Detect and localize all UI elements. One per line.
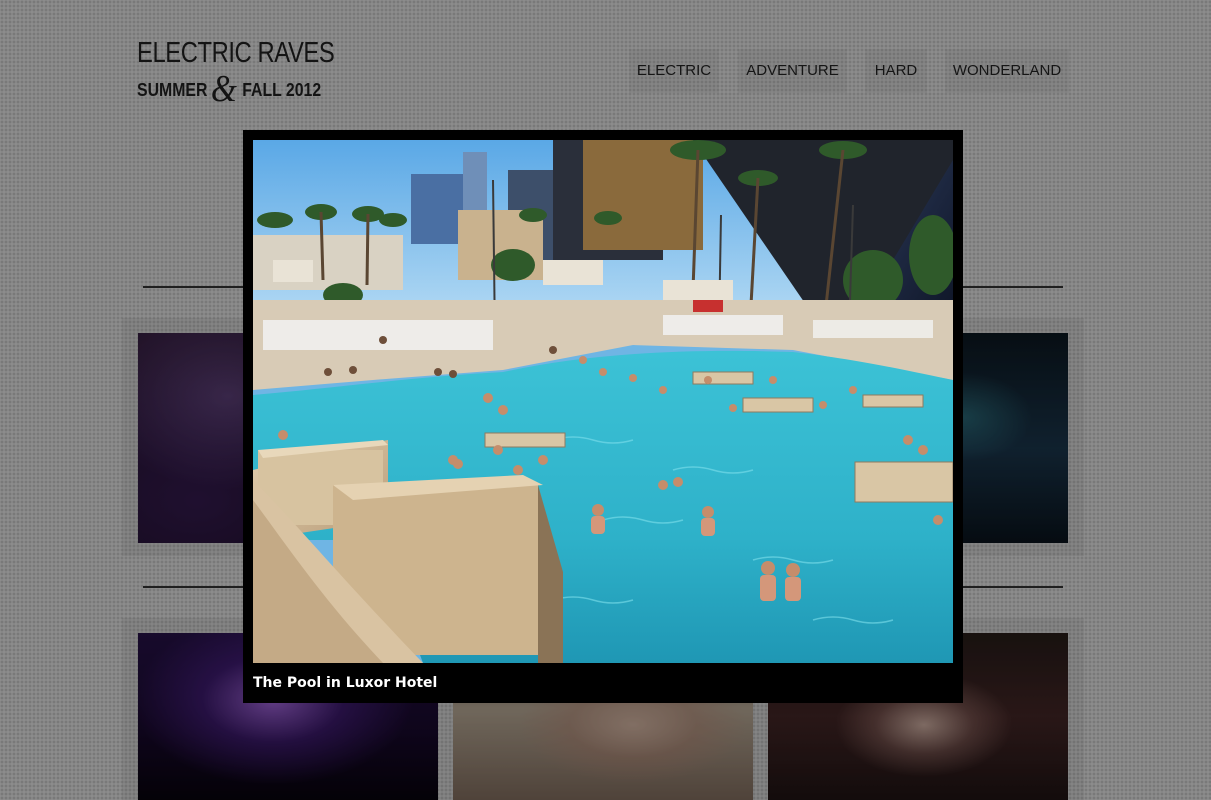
lightbox-caption: The Pool in Luxor Hotel — [253, 675, 438, 691]
pool-photo-illustration — [253, 140, 953, 663]
lightbox: The Pool in Luxor Hotel — [243, 130, 963, 703]
lightbox-photo[interactable] — [253, 140, 953, 663]
